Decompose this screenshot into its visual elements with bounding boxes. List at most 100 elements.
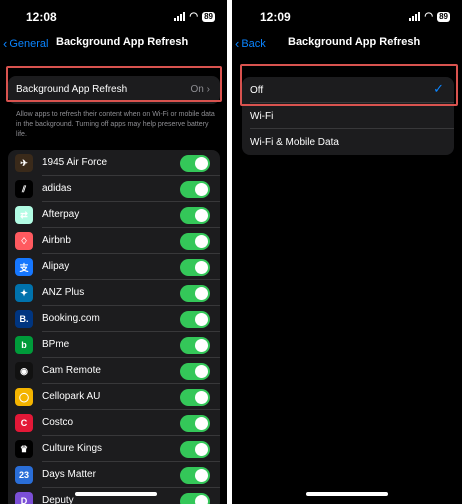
home-indicator [306, 492, 388, 496]
app-row: D Deputy [8, 488, 220, 504]
battery-icon: 89 [202, 11, 215, 22]
option-wifi-and-mobile-data[interactable]: Wi-Fi & Mobile Data [242, 129, 454, 155]
refresh-toggle[interactable] [180, 493, 210, 504]
status-time: 12:08 [26, 10, 57, 24]
refresh-toggle[interactable] [180, 389, 210, 406]
chevron-left-icon: ‹ [235, 36, 240, 51]
wifi-icon: ◠ [189, 11, 199, 22]
refresh-toggle[interactable] [180, 415, 210, 432]
adidas-icon: ⫽ [15, 180, 33, 198]
app-row: ⫽ adidas [8, 176, 220, 202]
app-row: ♢ Airbnb [8, 228, 220, 254]
toggle-knob [195, 209, 208, 222]
toggle-knob [195, 365, 208, 378]
status-bar: 12:09 ◠ 89 [232, 10, 462, 24]
refresh-toggle[interactable] [180, 363, 210, 380]
culture-kings-icon: ♛ [15, 440, 33, 458]
app-row: ♛ Culture Kings [8, 436, 220, 462]
toggle-knob [195, 157, 208, 170]
refresh-toggle[interactable] [180, 285, 210, 302]
toggle-knob [195, 287, 208, 300]
app-row: ⇄ Afterpay [8, 202, 220, 228]
refresh-toggle[interactable] [180, 233, 210, 250]
status-bar: 12:08 ◠ 89 [0, 10, 227, 24]
refresh-toggle[interactable] [180, 259, 210, 276]
status-icons: ◠ 89 [409, 11, 450, 22]
home-indicator [75, 492, 157, 496]
refresh-toggle[interactable] [180, 155, 210, 172]
app-name: Afterpay [42, 209, 80, 220]
refresh-toggle[interactable] [180, 441, 210, 458]
toggle-knob [195, 183, 208, 196]
toggle-knob [195, 417, 208, 430]
toggle-knob [195, 391, 208, 404]
toggle-knob [195, 469, 208, 482]
afterpay-icon: ⇄ [15, 206, 33, 224]
nav-bar: ‹ General Background App Refresh [0, 36, 227, 52]
status-icons: ◠ 89 [174, 11, 215, 22]
back-button[interactable]: ‹ General [3, 36, 48, 51]
description-text: Allow apps to refresh their content when… [16, 111, 215, 138]
app-name: Booking.com [42, 313, 100, 324]
app-row: ◉ Cam Remote [8, 358, 220, 384]
airbnb-icon: ♢ [15, 232, 33, 250]
app-row: 23 Days Matter [8, 462, 220, 488]
right-screen: 12:09 ◠ 89 ‹ Back Background App Refresh… [232, 0, 462, 504]
app-name: ANZ Plus [42, 287, 85, 298]
nav-bar: ‹ Back Background App Refresh [232, 36, 462, 52]
refresh-toggle[interactable] [180, 311, 210, 328]
refresh-toggle[interactable] [180, 181, 210, 198]
cellular-signal-icon [409, 12, 421, 21]
left-screen: 12:08 ◠ 89 ‹ General Background App Refr… [0, 0, 227, 504]
app-name: Alipay [42, 261, 70, 272]
highlight-box [6, 66, 222, 102]
app-name: Airbnb [42, 235, 71, 246]
back-button[interactable]: ‹ Back [235, 36, 266, 51]
app-name: Culture Kings [42, 443, 103, 454]
refresh-toggle[interactable] [180, 467, 210, 484]
toggle-knob [195, 495, 208, 504]
app-name: Deputy [42, 495, 74, 504]
app-row: ✦ ANZ Plus [8, 280, 220, 306]
back-label: Back [241, 37, 266, 50]
option-label: Wi-Fi [250, 111, 274, 122]
bpme-icon: b [15, 336, 33, 354]
app-row: C Costco [8, 410, 220, 436]
chevron-left-icon: ‹ [3, 36, 8, 51]
days-matter-icon: 23 [15, 466, 33, 484]
alipay-icon: 支 [15, 258, 33, 276]
cellular-signal-icon [174, 12, 186, 21]
app-row: b BPme [8, 332, 220, 358]
cellopark-icon: ◯ [15, 388, 33, 406]
app-row: ✈ 1945 Air Force [8, 150, 220, 176]
app-row: ◯ Cellopark AU [8, 384, 220, 410]
app-name: Cam Remote [42, 365, 101, 376]
app-list: ✈ 1945 Air Force ⫽ adidas ⇄ Afterpay ♢ Airbnb 支 A… [8, 150, 220, 504]
anz-plus-icon: ✦ [15, 284, 33, 302]
page-title: Background App Refresh [56, 36, 189, 48]
app-name: 1945 Air Force [42, 157, 108, 168]
booking-icon: B. [15, 310, 33, 328]
option-label: Wi-Fi & Mobile Data [250, 137, 339, 148]
toggle-knob [195, 313, 208, 326]
app-name: adidas [42, 183, 72, 194]
cam-remote-icon: ◉ [15, 362, 33, 380]
app-name: Costco [42, 417, 74, 428]
deputy-icon: D [15, 492, 33, 504]
app-row: 支 Alipay [8, 254, 220, 280]
highlight-box [240, 64, 458, 106]
back-label: General [9, 37, 49, 50]
1945-air-force-icon: ✈ [15, 154, 33, 172]
app-name: Cellopark AU [42, 391, 101, 402]
costco-icon: C [15, 414, 33, 432]
toggle-knob [195, 339, 208, 352]
battery-icon: 89 [437, 11, 450, 22]
wifi-icon: ◠ [424, 11, 434, 22]
app-name: Days Matter [42, 469, 96, 480]
refresh-toggle[interactable] [180, 207, 210, 224]
toggle-knob [195, 235, 208, 248]
refresh-toggle[interactable] [180, 337, 210, 354]
app-name: BPme [42, 339, 70, 350]
option-wifi[interactable]: Wi-Fi [242, 103, 454, 129]
page-title: Background App Refresh [288, 36, 421, 48]
